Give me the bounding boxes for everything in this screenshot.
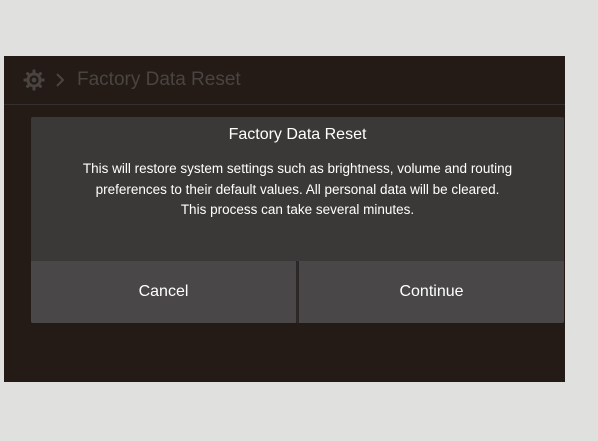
- continue-button[interactable]: Continue: [299, 261, 564, 323]
- chevron-right-icon: [56, 73, 65, 87]
- dialog-message: This will restore system settings such a…: [61, 159, 534, 221]
- header-bar: Factory Data Reset: [4, 56, 565, 105]
- factory-reset-dialog: Factory Data Reset This will restore sys…: [31, 117, 564, 323]
- dialog-button-row: Cancel Continue: [31, 261, 564, 323]
- screen: Factory Data Reset Factory Data Reset Th…: [4, 56, 565, 382]
- breadcrumb-title: Factory Data Reset: [77, 69, 241, 90]
- dialog-title: Factory Data Reset: [228, 126, 367, 143]
- dialog-note-text: This process can take several minutes.: [180, 202, 415, 217]
- dialog-message-text: This will restore system settings such a…: [82, 161, 513, 197]
- cancel-button[interactable]: Cancel: [31, 261, 296, 323]
- gear-icon[interactable]: [22, 68, 46, 92]
